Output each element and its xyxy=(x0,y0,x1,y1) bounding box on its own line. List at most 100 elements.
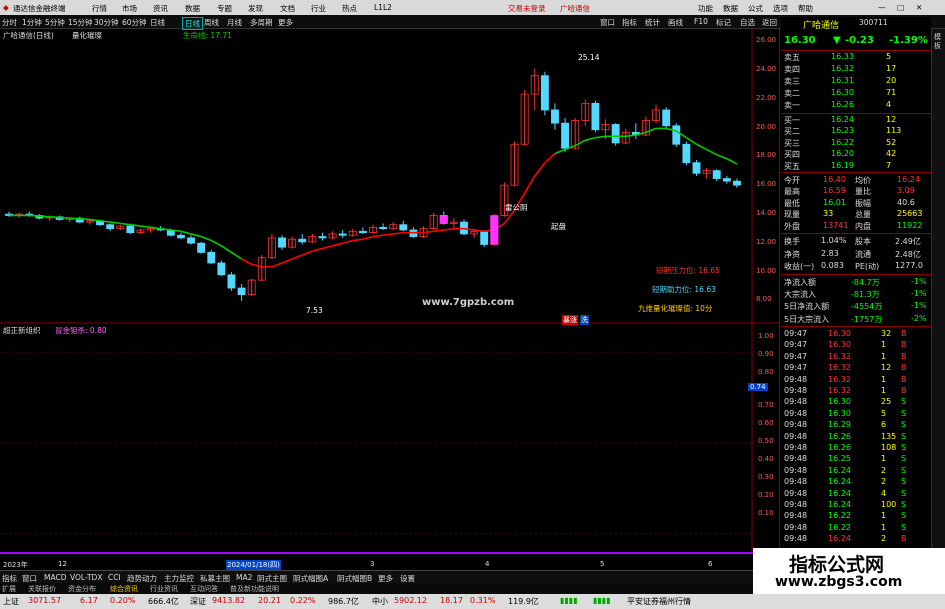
menu-data[interactable]: 数据 xyxy=(185,3,200,14)
period-tab[interactable]: 月线 xyxy=(227,17,242,28)
bid-row[interactable]: 买五 16.19 7 xyxy=(781,161,931,172)
ask-row[interactable]: 卖四 16.32 17 xyxy=(781,64,931,75)
stat-value: 2.48亿 xyxy=(895,249,921,259)
period-tab[interactable]: 多周期 xyxy=(250,17,273,28)
period-tab[interactable]: 5分钟 xyxy=(45,17,65,28)
strip-tab-template[interactable]: 模板 xyxy=(934,33,942,51)
menu-quote[interactable]: 行情 xyxy=(92,3,107,14)
stat-row[interactable]: 收益(一) 0.083 PE(动) 1277.0 xyxy=(781,261,931,272)
tick-row[interactable]: 09:48 16.30 5 S xyxy=(781,409,931,420)
index-name-sh[interactable]: 上证 xyxy=(3,596,19,607)
toolbar-back[interactable]: 返回 xyxy=(762,17,777,28)
tick-row[interactable]: 09:48 16.32 1 B xyxy=(781,375,931,386)
bid-row[interactable]: 买四 16.20 42 xyxy=(781,149,931,160)
period-tab[interactable]: 周线 xyxy=(204,17,219,28)
tick-row[interactable]: 09:48 16.24 2 B xyxy=(781,534,931,545)
tick-row[interactable]: 09:47 16.30 32 B xyxy=(781,329,931,340)
minimize-icon[interactable]: — xyxy=(878,3,886,12)
menu-news[interactable]: 资讯 xyxy=(153,3,168,14)
close-icon[interactable]: ✕ xyxy=(916,3,922,12)
trade-login-status[interactable]: 交易未登录 xyxy=(508,3,546,14)
info-tab[interactable]: 扩展 xyxy=(2,584,16,594)
toolbar-stats[interactable]: 统计 xyxy=(645,17,660,28)
menu-l1l2[interactable]: L1L2 xyxy=(374,3,392,12)
period-tab[interactable]: 30分钟 xyxy=(94,17,119,28)
stat-row[interactable]: 现量 33 总量 25663 xyxy=(781,209,931,220)
menu-discover[interactable]: 发现 xyxy=(248,3,263,14)
broker-server[interactable]: 平安证券福州行情 xyxy=(627,596,691,607)
stat-row[interactable]: 换手 1.04% 股本 2.49亿 xyxy=(781,236,931,247)
flow-value: -84.7万 xyxy=(851,278,880,287)
period-tab[interactable]: 分时 xyxy=(2,17,17,28)
kline-chart-area[interactable]: 广哈通信(日线) 量化璀璨 生命线: 17.71 25.14 7.53 雷公阴 … xyxy=(0,29,780,570)
period-tab-more[interactable]: 更多 xyxy=(278,17,293,28)
tick-row[interactable]: 09:48 16.24 2 S xyxy=(781,477,931,488)
tick-row[interactable]: 09:48 16.26 135 S xyxy=(781,432,931,443)
info-tab[interactable]: 资金分布 xyxy=(68,584,96,594)
tick-row[interactable]: 09:47 16.32 1 B xyxy=(781,352,931,363)
tick-row[interactable]: 09:48 16.25 1 S xyxy=(781,454,931,465)
flow-row[interactable]: 5日净流入额 -4554万 -1% xyxy=(781,301,931,312)
tick-row[interactable]: 09:48 16.26 108 S xyxy=(781,443,931,454)
bid-row[interactable]: 买一 16.24 12 xyxy=(781,115,931,126)
indicator-tab[interactable]: VOL-TDX xyxy=(70,573,102,582)
indicator-tab[interactable]: MACD xyxy=(44,573,66,582)
stat-row[interactable]: 今开 16.40 均价 16.24 xyxy=(781,175,931,186)
menu-hot[interactable]: 热点 xyxy=(342,3,357,14)
menu-market[interactable]: 市场 xyxy=(122,3,137,14)
menu-data2[interactable]: 数据 xyxy=(723,3,738,14)
stat-row[interactable]: 净资 2.83 流通 2.48亿 xyxy=(781,249,931,260)
tick-row[interactable]: 09:47 16.32 12 B xyxy=(781,363,931,374)
toolbar-f10[interactable]: F10 xyxy=(694,17,708,26)
menu-formula[interactable]: 公式 xyxy=(748,3,763,14)
info-tab[interactable]: 综合资讯 xyxy=(110,584,138,594)
index-name-sz[interactable]: 深证 xyxy=(190,596,206,607)
period-tab[interactable]: 60分钟 xyxy=(122,17,147,28)
info-tab[interactable]: 关联报价 xyxy=(28,584,56,594)
menu-help[interactable]: 帮助 xyxy=(798,3,813,14)
index-sh-value: 3071.57 xyxy=(28,596,62,605)
flow-row[interactable]: 大宗流入 -81.3万 -1% xyxy=(781,289,931,300)
period-tab[interactable]: 日线 xyxy=(150,17,165,28)
ask-row[interactable]: 卖二 16.30 71 xyxy=(781,88,931,99)
menu-options[interactable]: 选项 xyxy=(773,3,788,14)
tick-row[interactable]: 09:48 16.24 2 S xyxy=(781,466,931,477)
flow-row[interactable]: 净流入额 -84.7万 -1% xyxy=(781,277,931,288)
tick-row[interactable]: 09:48 16.32 1 B xyxy=(781,386,931,397)
stat-row[interactable]: 最高 16.59 量比 3.09 xyxy=(781,186,931,197)
menu-docs[interactable]: 文档 xyxy=(280,3,295,14)
tick-row[interactable]: 09:48 16.22 1 S xyxy=(781,523,931,534)
info-tab[interactable]: 行业资讯 xyxy=(150,584,178,594)
toolbar-watchlist[interactable]: 自选 xyxy=(740,17,755,28)
info-tab[interactable]: 普及新功能说明 xyxy=(230,584,279,594)
index-name-sme[interactable]: 中小 xyxy=(372,596,388,607)
stat-row[interactable]: 外盘 13741 内盘 11922 xyxy=(781,221,931,232)
maximize-icon[interactable]: □ xyxy=(897,3,904,12)
tick-row[interactable]: 09:48 16.30 25 S xyxy=(781,397,931,408)
ask-row[interactable]: 卖三 16.31 20 xyxy=(781,76,931,87)
right-side-strip[interactable]: 模板 xyxy=(931,29,945,554)
indicator-tab[interactable]: CCI xyxy=(108,573,121,582)
bid-row[interactable]: 买三 16.22 52 xyxy=(781,138,931,149)
tick-row[interactable]: 09:48 16.24 100 S xyxy=(781,500,931,511)
period-tab[interactable]: 15分钟 xyxy=(68,17,93,28)
menu-function[interactable]: 功能 xyxy=(698,3,713,14)
tick-row[interactable]: 09:48 16.24 4 S xyxy=(781,489,931,500)
tick-row[interactable]: 09:48 16.29 6 S xyxy=(781,420,931,431)
toolbar-draw[interactable]: 画线 xyxy=(668,17,683,28)
menu-topic[interactable]: 专题 xyxy=(217,3,232,14)
ask-row[interactable]: 卖五 16.33 5 xyxy=(781,52,931,63)
flow-row[interactable]: 5日大宗流入 -1757万 -2% xyxy=(781,314,931,325)
tick-row[interactable]: 09:47 16.30 1 B xyxy=(781,340,931,351)
toolbar-mark[interactable]: 标记 xyxy=(716,17,731,28)
toolbar-window[interactable]: 窗口 xyxy=(600,17,615,28)
tick-row[interactable]: 09:48 16.22 1 S xyxy=(781,511,931,522)
indicator-tab[interactable]: MA2 xyxy=(236,573,252,582)
info-tab[interactable]: 互动问答 xyxy=(190,584,218,594)
period-tab[interactable]: 1分钟 xyxy=(22,17,42,28)
stat-row[interactable]: 最低 16.01 振幅 40.6 xyxy=(781,198,931,209)
ask-row[interactable]: 卖一 16.26 4 xyxy=(781,100,931,111)
toolbar-indicator[interactable]: 指标 xyxy=(622,17,637,28)
bid-row[interactable]: 买二 16.23 113 xyxy=(781,126,931,137)
menu-industry[interactable]: 行业 xyxy=(311,3,326,14)
